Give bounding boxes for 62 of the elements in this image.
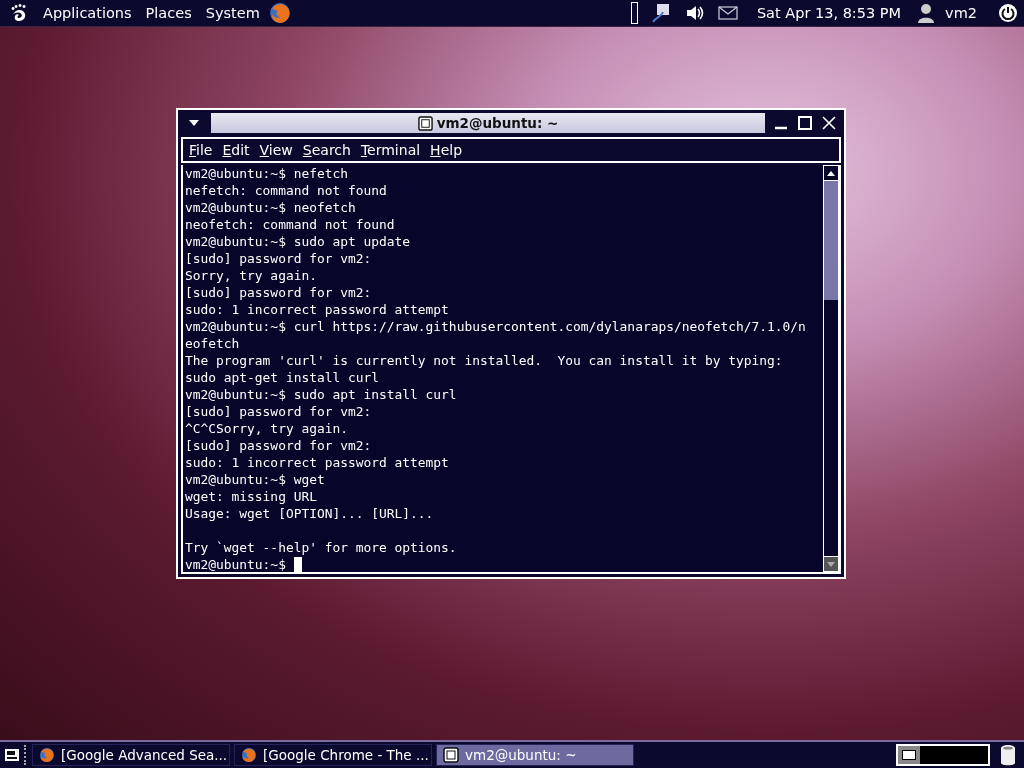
taskbar-button[interactable]: vm2@ubuntu: ~ (436, 744, 634, 766)
menu-item[interactable]: Help (430, 142, 463, 158)
terminal-line: sudo: 1 incorrect password attempt (185, 301, 449, 318)
menu-item[interactable]: Search (302, 142, 351, 158)
panel-menu[interactable]: Places (145, 5, 192, 21)
network-icon[interactable] (650, 3, 671, 23)
terminal-line: vm2@ubuntu:~$ curl https://raw.githubusercontent.com/dylanaraps/neofetch/7.1.0/n (185, 318, 806, 335)
terminal-icon (443, 747, 459, 763)
terminal-area[interactable] (183, 165, 823, 572)
close-button[interactable] (821, 115, 837, 131)
terminal-line: The program 'curl' is currently not installed. You can install it by typing: (185, 352, 783, 369)
globe-icon[interactable] (268, 2, 291, 24)
envelope-icon[interactable] (717, 6, 738, 20)
trash-icon[interactable] (1000, 744, 1016, 766)
terminal-line: vm2@ubuntu:~$ sudo apt update (185, 233, 411, 250)
menu-item[interactable]: View (259, 142, 293, 158)
notification-area-handle[interactable] (630, 2, 638, 24)
terminal-line: Try `wget --help' for more options. (185, 539, 457, 556)
workspace-switcher[interactable] (896, 744, 990, 766)
terminal-line: vm2@ubuntu:~$ neofetch (185, 199, 356, 216)
panel-menu[interactable]: System (205, 5, 260, 21)
caret-icon (188, 119, 200, 127)
user-icon[interactable] (916, 3, 937, 23)
taskbar-button[interactable]: [Google Advanced Sea... (32, 744, 230, 766)
scrollbar[interactable] (823, 165, 839, 572)
show-desktop-icon[interactable] (4, 747, 20, 763)
terminal-line: nefetch: command not found (185, 182, 387, 199)
taskbar-button[interactable]: [Google Chrome - The ... (234, 744, 432, 766)
scroll-up-button[interactable] (824, 166, 838, 180)
terminal-line: vm2@ubuntu:~$ wget (185, 471, 325, 488)
up-arrow-icon (827, 170, 835, 176)
terminal-line: sudo apt-get install curl (185, 369, 380, 386)
terminal-line: vm2@ubuntu:~$ (185, 556, 286, 572)
panel-menu[interactable]: Applications (43, 5, 132, 21)
terminal-line: vm2@ubuntu:~$ sudo apt install curl (185, 386, 457, 403)
terminal-line: Sorry, try again. (185, 267, 317, 284)
down-arrow-icon (827, 561, 835, 567)
scrollbar-thumb[interactable] (824, 181, 838, 300)
terminal-line: [sudo] password for vm2: (185, 284, 372, 301)
terminal-line: ^C^CSorry, try again. (185, 420, 348, 437)
globe-icon (39, 747, 55, 763)
menu-item[interactable]: Edit (222, 142, 250, 158)
terminal-line: neofetch: command not found (185, 216, 395, 233)
terminal-line: [sudo] password for vm2: (185, 250, 372, 267)
clock[interactable]: Sat Apr 13, 8:53 PM (756, 5, 902, 21)
terminal-line: vm2@ubuntu:~$ nefetch (185, 165, 348, 182)
terminal-line: eofetch (185, 335, 240, 352)
power-icon[interactable] (998, 3, 1018, 23)
maximize-button[interactable] (797, 115, 813, 131)
volume-icon[interactable] (684, 3, 705, 23)
terminal-line: sudo: 1 incorrect password attempt (185, 454, 449, 471)
user-name[interactable]: vm2 (945, 5, 977, 21)
menu-item[interactable]: File (189, 142, 213, 158)
menu-item[interactable]: Terminal (360, 142, 421, 158)
globe-icon (241, 747, 257, 763)
terminal-line: Usage: wget [OPTION]... [URL]... (185, 505, 434, 522)
window-title: vm2@ubuntu: ~ (436, 115, 559, 131)
terminal-line: wget: missing URL (185, 488, 317, 505)
scroll-down-button[interactable] (824, 557, 838, 571)
terminal-line: [sudo] password for vm2: (185, 403, 372, 420)
terminal-line: [sudo] password for vm2: (185, 437, 372, 454)
terminal-icon (417, 115, 433, 131)
